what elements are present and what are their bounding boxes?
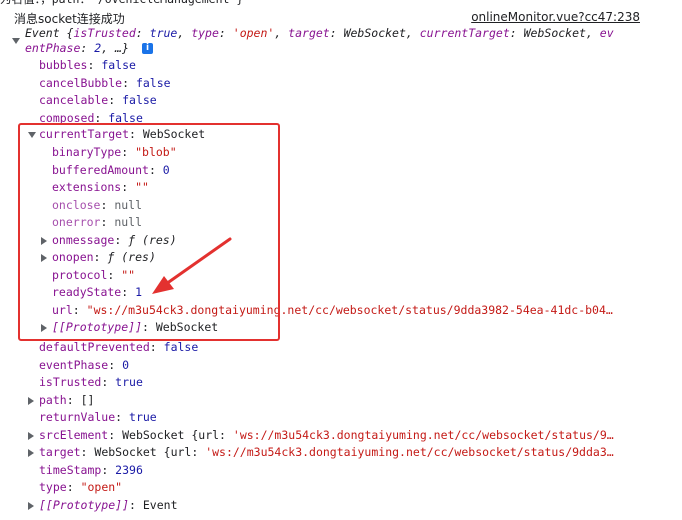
event-prop-prototype-row[interactable]: [[Prototype]]: Event xyxy=(39,497,178,514)
property-key: [[Prototype]] xyxy=(39,497,130,512)
expand-chevron-right-icon[interactable] xyxy=(28,449,34,457)
property-key: type xyxy=(39,480,67,494)
property-value: 0 xyxy=(122,357,130,372)
property-key: returnValue xyxy=(39,410,116,424)
property-value: false xyxy=(163,340,199,354)
event-prop-srcelement-row[interactable]: srcElement: WebSocket {url: 'ws://m3u54c… xyxy=(39,427,614,444)
expand-chevron-down-icon[interactable] xyxy=(12,38,20,44)
event-prop-returnvalue-row: returnValue: true xyxy=(39,410,157,424)
event-prop-timestamp-row: timeStamp: 2396 xyxy=(39,462,143,477)
property-key: isTrusted xyxy=(39,375,102,389)
property-value: 2396 xyxy=(115,462,143,477)
property-value: false xyxy=(122,93,157,107)
property-value: WebSocket {url: 'ws://m3u54ck3.dongtaiyu… xyxy=(122,427,614,442)
property-value: false xyxy=(101,58,136,72)
event-prop-bubbles-row: bubbles: false xyxy=(39,58,136,72)
expand-chevron-right-icon[interactable] xyxy=(28,431,34,440)
property-value: true xyxy=(129,410,157,424)
event-prop-type-row: type: "open" xyxy=(39,480,123,494)
previous-log-line: 为名值：，path：'/oVehicleManagement'} xyxy=(0,0,243,8)
property-value: Event xyxy=(142,497,178,512)
property-value: WebSocket {url: 'ws://m3u54ck3.dongtaiyu… xyxy=(94,445,614,459)
property-key: timeStamp xyxy=(39,462,102,477)
property-key: bubbles xyxy=(39,58,88,72)
event-prop-eventphase-row: eventPhase: 0 xyxy=(39,357,130,372)
annotation-highlight-box xyxy=(18,123,280,341)
property-key: eventPhase xyxy=(39,357,109,372)
event-prop-istrusted-row: isTrusted: true xyxy=(39,375,143,389)
property-value: false xyxy=(135,75,171,90)
event-prop-target-row[interactable]: target: WebSocket {url: 'ws://m3u54ck3.d… xyxy=(39,444,614,461)
property-key: path xyxy=(39,392,67,407)
property-value: [] xyxy=(80,392,95,407)
source-link[interactable]: onlineMonitor.vue?cc47:238 xyxy=(471,10,640,24)
property-key: cancelable xyxy=(39,93,109,107)
expand-chevron-right-icon[interactable] xyxy=(28,396,34,405)
event-prop-path-row[interactable]: path: [] xyxy=(39,392,94,409)
property-key: cancelBubble xyxy=(39,75,123,90)
expand-chevron-right-icon[interactable] xyxy=(28,501,34,510)
property-key: target xyxy=(39,445,81,459)
property-key: defaultPrevented xyxy=(39,340,150,354)
event-prop-cancelable-row: cancelable: false xyxy=(39,93,157,107)
property-value: "open" xyxy=(80,480,123,494)
event-summary-line2: entPhase: 2, …} xyxy=(25,41,129,55)
event-prop-defaultprevented-row: defaultPrevented: false xyxy=(39,340,199,354)
url-string-value: 'ws://m3u54ck3.dongtaiyuming.net/cc/webs… xyxy=(232,427,614,442)
event-prop-cancelbubble-row: cancelBubble: false xyxy=(39,75,171,90)
url-string-value: 'ws://m3u54ck3.dongtaiyuming.net/cc/webs… xyxy=(205,445,614,459)
property-value: true xyxy=(115,375,143,389)
property-key: srcElement xyxy=(39,427,109,442)
info-icon[interactable]: i xyxy=(142,43,153,54)
